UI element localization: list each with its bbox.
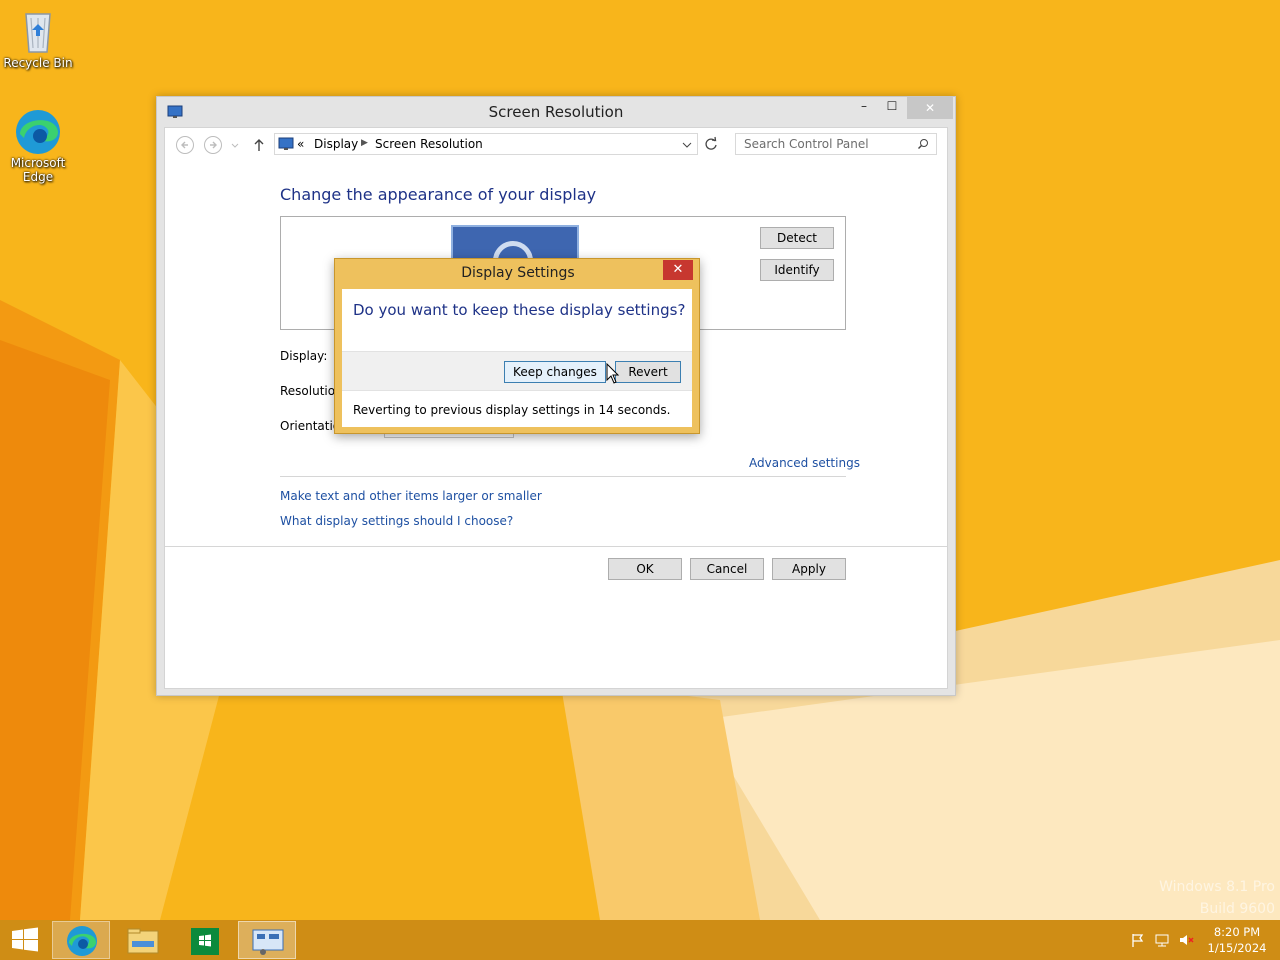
up-button[interactable]: [249, 135, 269, 155]
cancel-button[interactable]: Cancel: [690, 558, 764, 580]
edge-icon: [67, 926, 97, 956]
search-icon[interactable]: [917, 138, 929, 150]
dialog-close-button[interactable]: ✕: [663, 260, 693, 280]
clock-date: 1/15/2024: [1207, 941, 1267, 955]
breadcrumb-screen-resolution[interactable]: Screen Resolution: [375, 137, 483, 151]
forward-arrow-icon: [204, 136, 222, 154]
desktop-icon-microsoft-edge[interactable]: Microsoft Edge: [0, 106, 76, 184]
edge-icon: [14, 106, 62, 154]
text-size-link[interactable]: Make text and other items larger or smal…: [280, 489, 542, 503]
search-input[interactable]: Search Control Panel: [735, 133, 937, 155]
taskbar-clock[interactable]: 8:20 PM 1/15/2024: [1206, 924, 1268, 956]
window-title: Screen Resolution: [488, 103, 624, 121]
identify-button[interactable]: Identify: [760, 259, 834, 281]
back-arrow-icon: [176, 136, 194, 154]
mouse-cursor-icon: [606, 363, 620, 384]
breadcrumb-display[interactable]: Display: [314, 137, 358, 151]
breadcrumb-separator-icon: ▶: [361, 138, 368, 148]
ok-button[interactable]: OK: [608, 558, 682, 580]
recycle-bin-icon: [14, 6, 62, 54]
control-panel-icon: [252, 929, 284, 955]
separator-line: [165, 546, 947, 547]
keep-changes-button[interactable]: Keep changes: [504, 361, 606, 383]
chevron-down-icon: [231, 143, 239, 148]
file-explorer-icon: [127, 928, 159, 954]
clock-time: 8:20 PM: [1213, 925, 1261, 939]
forward-button[interactable]: [203, 135, 223, 155]
breadcrumb-overflow[interactable]: «: [297, 137, 304, 151]
chevron-down-icon[interactable]: [681, 139, 693, 151]
revert-countdown-text: Reverting to previous display settings i…: [353, 403, 671, 417]
display-label: Display:: [280, 349, 328, 363]
action-center-flag-icon[interactable]: [1130, 932, 1146, 948]
dialog-body: Do you want to keep these display settin…: [342, 289, 692, 427]
taskbar-edge-button[interactable]: [52, 921, 110, 959]
maximize-button[interactable]: ☐: [879, 99, 905, 120]
refresh-icon: [705, 136, 717, 150]
dialog-title: Display Settings: [461, 265, 575, 281]
revert-button[interactable]: Revert: [615, 361, 681, 383]
minimize-button[interactable]: –: [849, 99, 879, 120]
dialog-question: Do you want to keep these display settin…: [353, 301, 686, 319]
taskbar-file-explorer-button[interactable]: [114, 921, 172, 959]
dialog-button-area: Keep changes Revert: [342, 351, 692, 391]
start-button[interactable]: [0, 921, 50, 959]
separator-line: [280, 476, 846, 477]
help-link[interactable]: What display settings should I choose?: [280, 514, 513, 528]
desktop-icon-label: Recycle Bin: [3, 56, 73, 70]
advanced-settings-link[interactable]: Advanced settings: [749, 456, 860, 470]
page-heading: Change the appearance of your display: [280, 185, 597, 204]
watermark-line: Build 9600: [1199, 901, 1275, 917]
volume-muted-icon[interactable]: [1178, 932, 1194, 948]
address-bar[interactable]: « Display ▶ Screen Resolution: [274, 133, 698, 155]
window-titlebar[interactable]: Screen Resolution – ☐ ✕: [157, 97, 955, 127]
detect-button[interactable]: Detect: [760, 227, 834, 249]
apply-button[interactable]: Apply: [772, 558, 846, 580]
windows-logo-icon: [12, 927, 38, 952]
display-settings-dialog: Display Settings ✕ Do you want to keep t…: [334, 258, 700, 434]
close-button[interactable]: ✕: [907, 97, 953, 119]
network-icon[interactable]: [1154, 932, 1170, 948]
refresh-button[interactable]: [702, 135, 720, 153]
control-panel-icon: [278, 137, 294, 150]
desktop-icon-label: Microsoft Edge: [10, 156, 66, 184]
taskbar: 8:20 PM 1/15/2024: [0, 920, 1280, 960]
back-button[interactable]: [175, 135, 195, 155]
taskbar-store-button[interactable]: [176, 921, 234, 959]
recent-locations-button[interactable]: [229, 135, 241, 155]
notification-area: [1126, 930, 1202, 950]
store-icon: [191, 928, 219, 955]
taskbar-control-panel-button[interactable]: [238, 921, 296, 959]
up-arrow-icon: [254, 139, 264, 151]
watermark-line: Windows 8.1 Pro: [1159, 879, 1275, 895]
windows-watermark: Windows 8.1 Pro Build 9600: [1100, 876, 1275, 920]
desktop-icon-recycle-bin[interactable]: Recycle Bin: [0, 6, 76, 70]
